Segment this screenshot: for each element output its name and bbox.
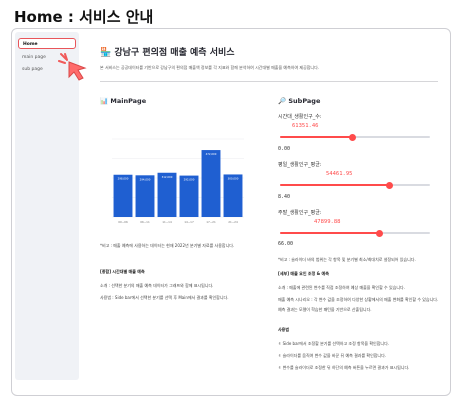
chart-bar <box>157 172 177 217</box>
page-description: 본 서비스는 공공데이터를 기반으로 강남구의 편의점 매출액 정보를 각 지표… <box>100 65 320 70</box>
subpage-heading: 🔎 SubPage <box>278 97 321 105</box>
bar-value-label: 312,000 <box>162 175 173 179</box>
usage-title: 사용법 <box>278 327 290 332</box>
detail-title: [세부] 매출 요인 조정 & 예측 <box>278 271 329 276</box>
slider-thumb[interactable] <box>375 229 383 237</box>
bar-value-label: 300,000 <box>228 176 239 180</box>
bar-value-label: 294,000 <box>140 177 151 181</box>
chart-bar <box>113 174 133 217</box>
click-cursor-icon <box>58 53 87 81</box>
detail-line-scenario: 매출 예측 시나리오 : 각 변수 값을 조정하여 다양한 상황에서의 매출 변… <box>278 297 439 302</box>
slider-time-pop[interactable] <box>280 133 430 141</box>
guide-line-intro: 소개 : 선택한 분기의 매출 예측 데이터가 그래프와 함께 표시됩니다. <box>100 283 214 288</box>
x-tick-label: 06~11 <box>140 220 150 224</box>
x-tick-label: 00~06 <box>118 220 128 224</box>
slider-fill <box>280 232 379 234</box>
app-window: Home main page sub page 🏪 강남구 편의점 매출 예측 … <box>11 28 451 396</box>
x-tick-label: 17~21 <box>206 220 216 224</box>
chart-bar <box>223 174 243 217</box>
slider-weekday-pop[interactable] <box>280 181 430 189</box>
bar-value-label: 298,000 <box>118 177 129 181</box>
divider <box>100 81 438 82</box>
slider-min-weekday-pop: 8.40 <box>278 194 291 200</box>
slider-label-weekend-pop: 주말_생활인구_평균: <box>278 210 322 216</box>
usage-line-3: ✌ 변수를 슬라이더로 조정한 뒤 하단의 예측 버튼을 누르면 결과가 표시됩… <box>278 365 410 370</box>
bar-chart-icon: 📊 <box>100 97 109 105</box>
slider-value-weekend-pop: 47899.88 <box>314 219 341 225</box>
slider-min-weekend-pop: 66.00 <box>278 241 294 247</box>
usage-line-1: ✌ Side bar에서 조정할 분기를 선택하고 조정 항목을 확인합니다. <box>278 341 390 346</box>
chart-bar <box>179 175 199 217</box>
sales-bar-chart: 298,000 00~06 294,000 06~11 312,000 11~14 292,… <box>112 138 244 224</box>
slider-value-weekday-pop: 54461.95 <box>326 171 353 177</box>
slider-label-weekday-pop: 평일_생활인구_평균: <box>278 162 322 168</box>
slider-thumb[interactable] <box>386 181 393 189</box>
mainpage-heading: 📊 MainPage <box>100 97 147 105</box>
page-caption: Home : 서비스 안내 <box>14 8 154 26</box>
guide-line-usage: 사용법 : Side bar에서 선택한 분기를 선택 후 Main에서 결과를… <box>100 295 229 300</box>
chart-note: *비고 : 매출 예측에 사용하는 데이터는 현재 2022년 분기별 자료를 … <box>100 243 235 248</box>
search-icon: 🔎 <box>278 97 287 105</box>
slider-fill <box>280 136 352 138</box>
guide-title: [종합] 시간대별 매출 예측 <box>100 269 145 274</box>
detail-line-result: 예측 결과는 모델이 학습한 패턴을 기반으로 산출됩니다. <box>278 307 372 312</box>
slider-weekend-pop[interactable] <box>280 229 430 237</box>
slider-label-time-pop: 시간대_생활인구_수: <box>278 114 322 120</box>
chart-bar <box>201 150 221 217</box>
slider-value-time-pop: 61351.46 <box>292 123 319 129</box>
x-tick-label: 14~17 <box>184 220 194 224</box>
usage-line-2: ✌ 슬라이더를 움직여 변수 값을 바꾼 뒤 예측 결과를 확인합니다. <box>278 353 387 358</box>
slider-fill <box>280 184 390 186</box>
slider-note: *비고 : 슬라이더 바의 범위는 각 항목 및 분기별 최소/최대치로 설정되… <box>278 257 416 262</box>
bar-value-label: 472,000 <box>206 152 217 156</box>
x-tick-label: 11~14 <box>162 220 172 224</box>
chart-bar <box>135 175 155 217</box>
bar-value-label: 292,000 <box>184 178 195 182</box>
store-icon: 🏪 <box>100 48 112 58</box>
slider-min-time-pop: 0.00 <box>278 146 291 152</box>
sidebar-item-home[interactable]: Home <box>18 38 76 49</box>
x-tick-label: 21~24 <box>228 220 238 224</box>
page-title: 🏪 강남구 편의점 매출 예측 서비스 <box>100 48 235 58</box>
slider-thumb[interactable] <box>348 133 356 141</box>
detail-line-intro: 소개 : 매출에 관련된 변수를 직접 조정하여 예상 매출을 확인할 수 있습… <box>278 285 406 290</box>
